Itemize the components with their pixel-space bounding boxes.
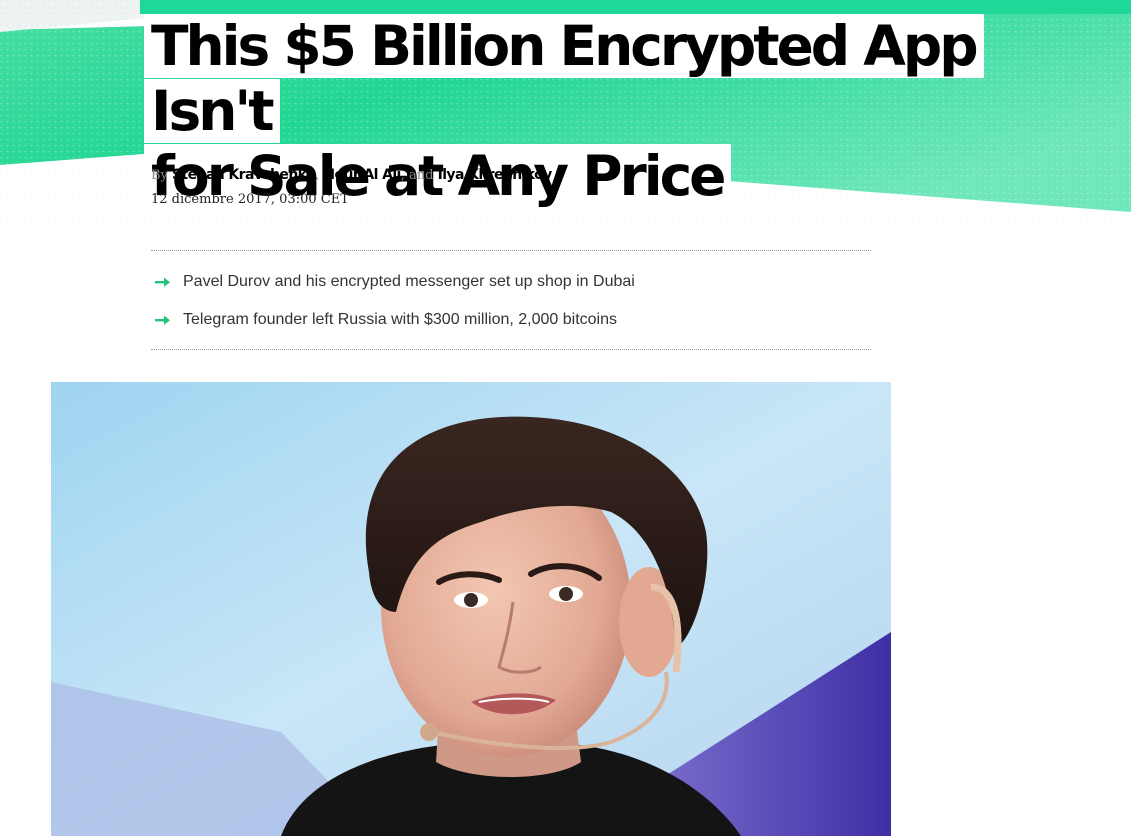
byline-by-label: By bbox=[151, 168, 168, 183]
right-arrow-icon bbox=[155, 277, 170, 287]
article-page: This $5 Billion Encrypted App Isn't for … bbox=[0, 0, 1131, 836]
author-link-stepan-kravchenko[interactable]: Stepan Kravchenko bbox=[172, 167, 316, 183]
abstract-item-text: Pavel Durov and his encrypted messenger … bbox=[183, 273, 635, 290]
headline-line-1: This $5 Billion Encrypted App Isn't bbox=[144, 14, 984, 143]
publish-date: 12 dicembre 2017, 03:00 CET bbox=[151, 192, 349, 207]
abstract-item: Pavel Durov and his encrypted messenger … bbox=[151, 270, 871, 308]
lede-photo[interactable] bbox=[51, 382, 891, 836]
byline-and-label: , and bbox=[400, 168, 434, 183]
photo-of-man-with-headset-microphone-icon bbox=[51, 382, 891, 836]
byline-separator: , bbox=[315, 168, 320, 183]
article-abstract: Pavel Durov and his encrypted messenger … bbox=[151, 250, 871, 350]
author-link-ilya-khrennikov[interactable]: Ilya Khrennikov bbox=[438, 167, 553, 183]
abstract-item: Telegram founder left Russia with $300 m… bbox=[151, 308, 871, 346]
byline: By Stepan Kravchenko, Nour Al Ali, and I… bbox=[151, 167, 552, 183]
abstract-item-text: Telegram founder left Russia with $300 m… bbox=[183, 311, 618, 328]
right-arrow-icon bbox=[155, 315, 170, 325]
author-link-nour-al-ali[interactable]: Nour Al Ali bbox=[323, 167, 401, 183]
